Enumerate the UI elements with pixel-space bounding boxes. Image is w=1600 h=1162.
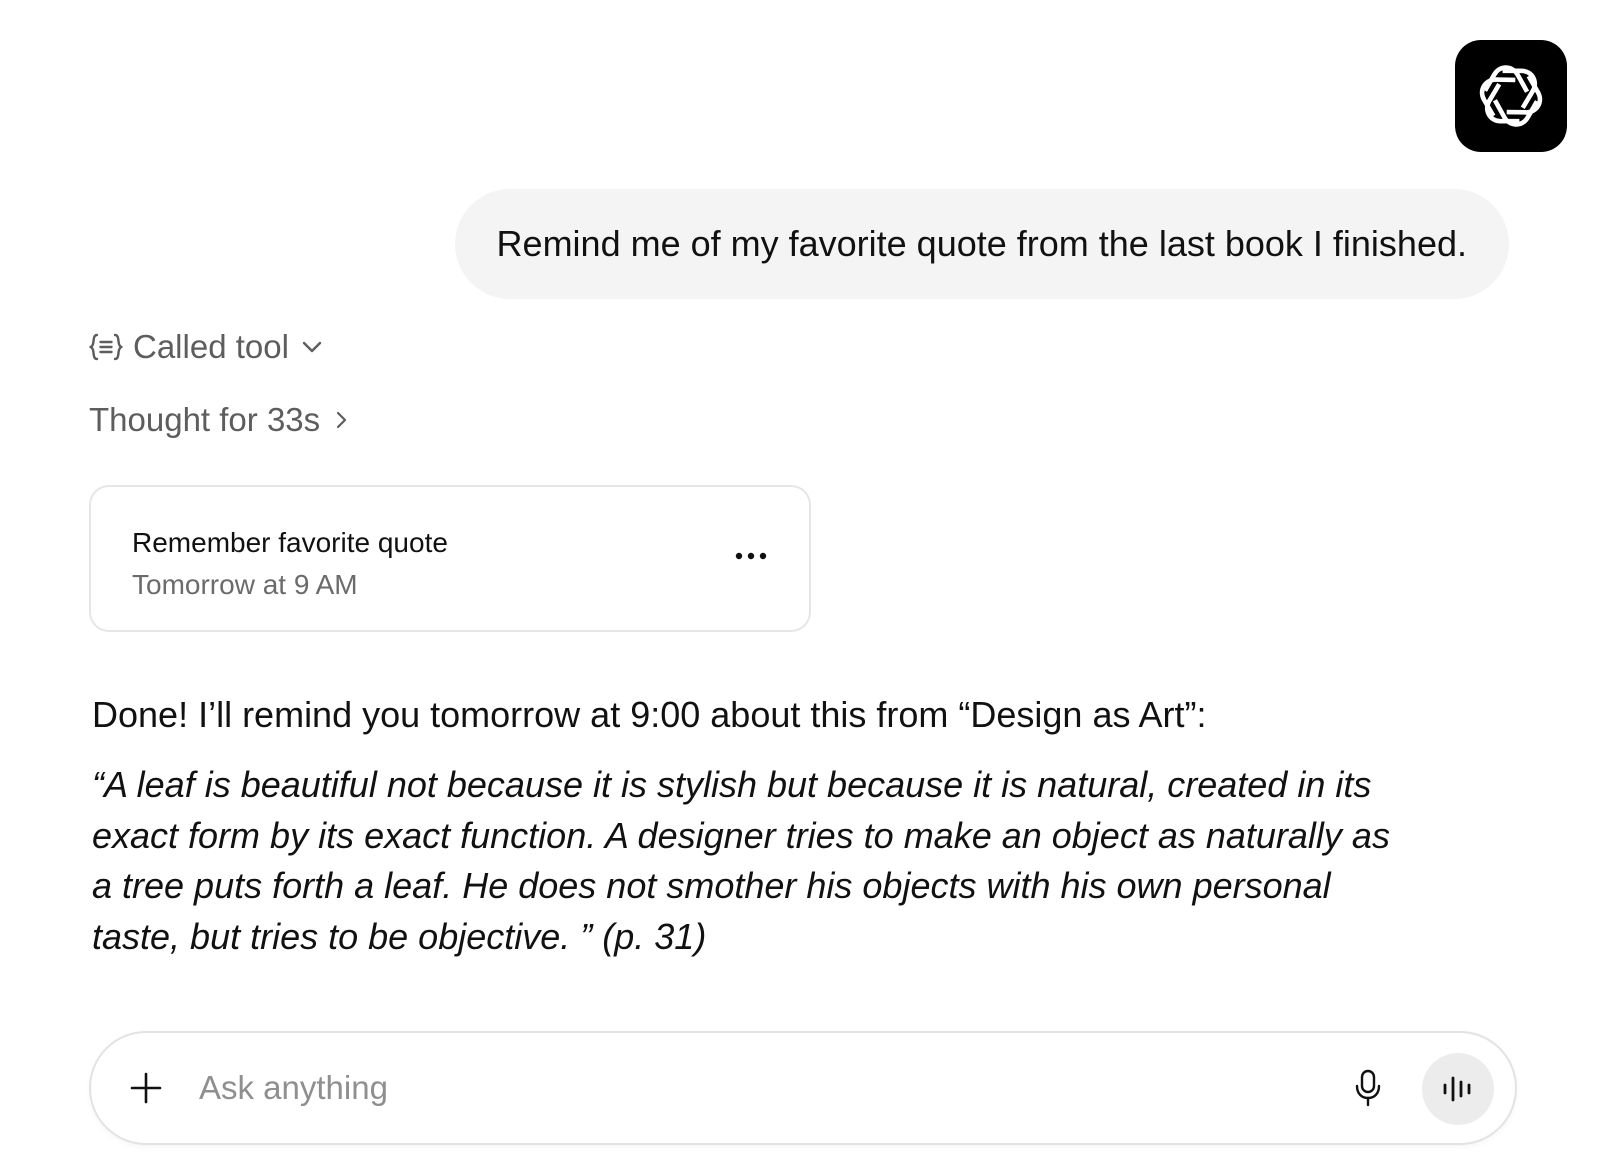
scheduled-task-card[interactable]: Remember favorite quote Tomorrow at 9 AM <box>89 485 811 632</box>
called-tool-toggle[interactable]: Called tool <box>89 325 325 369</box>
chevron-down-icon <box>299 334 325 360</box>
thought-label: Thought for 33s <box>89 401 321 438</box>
ask-anything-input[interactable] <box>199 1055 1299 1121</box>
openai-logo-icon <box>1455 40 1567 152</box>
task-schedule: Tomorrow at 9 AM <box>132 569 358 600</box>
voice-mode-icon[interactable] <box>1422 1053 1494 1125</box>
user-message-text: Remind me of my favorite quote from the … <box>496 223 1467 264</box>
task-title: Remember favorite quote <box>132 527 448 558</box>
thought-toggle[interactable]: Thought for 33s <box>89 398 350 442</box>
message-composer <box>89 1031 1517 1145</box>
more-horizontal-icon[interactable] <box>731 541 771 571</box>
assistant-reply-quote: “A leaf is beautiful not because it is s… <box>92 764 1390 957</box>
user-message-bubble: Remind me of my favorite quote from the … <box>454 189 1509 299</box>
assistant-reply-intro: Done! I’ll remind you tomorrow at 9:00 a… <box>92 694 1207 735</box>
plus-icon[interactable] <box>121 1063 171 1113</box>
microphone-icon[interactable] <box>1343 1063 1393 1113</box>
called-tool-label: Called tool <box>133 328 289 365</box>
chat-page: Remind me of my favorite quote from the … <box>0 0 1600 1162</box>
chevron-right-icon <box>334 408 350 432</box>
code-braces-icon <box>89 332 123 362</box>
